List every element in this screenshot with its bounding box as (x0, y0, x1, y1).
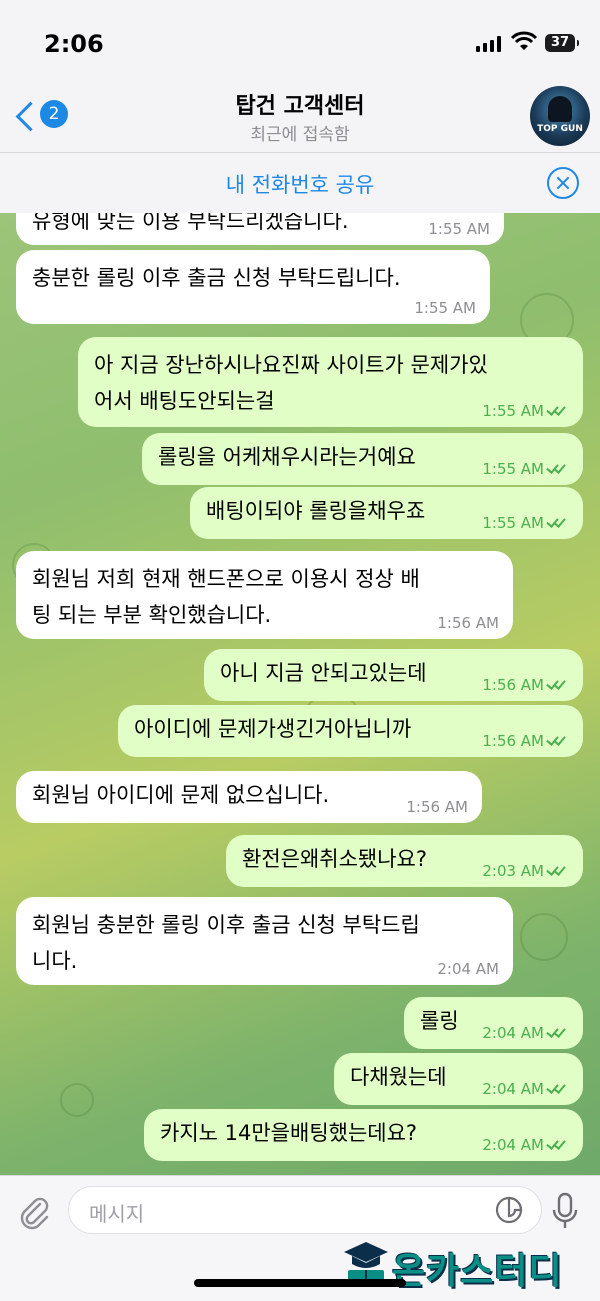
doodle-decoration (520, 913, 568, 961)
time-text: 1:55 AM (482, 514, 544, 532)
message-bubble[interactable]: 배팅이되야 롤링을채우죠 1:55 AM (190, 487, 583, 539)
message-time: 1:55 AM (482, 460, 569, 478)
double-check-icon (546, 733, 569, 747)
avatar-figure (548, 96, 572, 122)
share-phone-bar: 내 전화번호 공유 (0, 152, 600, 214)
time-text: 1:55 AM (482, 402, 544, 420)
double-check-icon (546, 863, 569, 877)
message-bubble[interactable]: 아이디에 문제가생긴거아닙니까 1:56 AM (118, 705, 583, 757)
time-text: 1:55 AM (482, 460, 544, 478)
message-text: 아 지금 장난하시나요진짜 사이트가 문제가있어서 배팅도안되는걸 (94, 347, 488, 419)
time-text: 2:04 AM (482, 1136, 544, 1154)
chat-area[interactable]: 유형에 맞는 이용 부탁드리겠습니다. 1:55 AM 충분한 롤링 이후 출금… (0, 213, 600, 1175)
double-check-icon (546, 1081, 569, 1095)
message-bubble[interactable]: 카지노 14만을배팅했는데요? 2:04 AM (144, 1109, 583, 1161)
status-time: 2:06 (44, 30, 104, 58)
chat-subtitle: 최근에 접속함 (250, 125, 350, 145)
message-bubble[interactable]: 충분한 롤링 이후 출금 신청 부탁드립니다. 1:55 AM (16, 250, 490, 324)
close-circle-icon[interactable] (547, 167, 579, 199)
double-check-icon (546, 677, 569, 691)
message-time: 2:04 AM (482, 1136, 569, 1154)
chat-title[interactable]: 탑건 고객센터 (0, 88, 600, 120)
microphone-icon[interactable] (550, 1192, 580, 1232)
message-time: 1:55 AM (414, 299, 476, 317)
message-text: 롤링을 어케채우시라는거예요 (158, 445, 416, 469)
message-text: 배팅이되야 롤링을채우죠 (206, 499, 426, 523)
message-input-bar: 메시지 온카스터디 (0, 1175, 600, 1301)
message-line: 회원님 충분한 롤링 이후 출금 신청 부탁드립 (32, 913, 420, 937)
message-line: 니다. (32, 949, 78, 973)
message-text: 유형에 맞는 이용 부탁드리겠습니다. (32, 213, 349, 233)
wifi-icon (510, 31, 538, 55)
message-time: 2:04 AM (437, 960, 499, 978)
message-time: 1:55 AM (428, 220, 490, 238)
doodle-decoration (60, 1083, 94, 1117)
double-check-icon (546, 461, 569, 475)
message-time: 2:04 AM (482, 1080, 569, 1098)
message-text: 롤링 (420, 1009, 459, 1033)
battery-icon: 37 (545, 34, 579, 52)
attach-paperclip-icon[interactable] (16, 1194, 52, 1230)
message-text: 회원님 저희 현재 핸드폰으로 이용시 정상 배팅 되는 부분 확인했습니다. (32, 561, 420, 633)
message-time: 1:56 AM (482, 732, 569, 750)
message-bubble[interactable]: 롤링을 어케채우시라는거예요 1:55 AM (142, 433, 583, 485)
message-text: 환전은왜취소됐나요? (242, 847, 428, 871)
sticker-icon[interactable] (495, 1196, 523, 1224)
message-bubble[interactable]: 회원님 충분한 롤링 이후 출금 신청 부탁드립니다. 2:04 AM (16, 897, 513, 985)
time-text: 2:04 AM (482, 1080, 544, 1098)
message-bubble[interactable]: 유형에 맞는 이용 부탁드리겠습니다. 1:55 AM (16, 213, 504, 245)
cellular-signal-icon (476, 36, 502, 52)
message-placeholder: 메시지 (89, 1202, 145, 1226)
share-phone-button[interactable]: 내 전화번호 공유 (0, 169, 600, 199)
watermark-text: 온카스터디 (392, 1251, 563, 1292)
time-text: 2:03 AM (482, 862, 544, 880)
message-time: 1:55 AM (482, 402, 569, 420)
message-time: 2:04 AM (482, 1024, 569, 1042)
message-bubble[interactable]: 아니 지금 안되고있는데 1:56 AM (204, 649, 583, 701)
message-text: 회원님 충분한 롤링 이후 출금 신청 부탁드립니다. (32, 907, 420, 979)
time-text: 1:56 AM (482, 676, 544, 694)
message-bubble[interactable]: 아 지금 장난하시나요진짜 사이트가 문제가있어서 배팅도안되는걸 1:55 A… (78, 337, 583, 427)
message-line: 회원님 저희 현재 핸드폰으로 이용시 정상 배 (32, 567, 420, 591)
chat-header: 2 탑건 고객센터 최근에 접속함 TOP GUN (0, 82, 600, 152)
message-text: 카지노 14만을배팅했는데요? (160, 1121, 418, 1145)
status-bar: 2:06 37 (0, 0, 600, 82)
message-text: 다채웠는데 (350, 1065, 447, 1089)
message-bubble[interactable]: 회원님 아이디에 문제 없으십니다. 1:56 AM (16, 771, 482, 823)
message-text: 아이디에 문제가생긴거아닙니까 (134, 717, 412, 741)
message-bubble[interactable]: 다채웠는데 2:04 AM (334, 1053, 583, 1105)
message-time: 1:55 AM (482, 514, 569, 532)
message-line: 어서 배팅도안되는걸 (94, 389, 275, 413)
message-time: 1:56 AM (437, 614, 499, 632)
time-text: 1:56 AM (482, 732, 544, 750)
double-check-icon (546, 1137, 569, 1151)
message-text: 회원님 아이디에 문제 없으십니다. (32, 783, 330, 807)
message-bubble[interactable]: 롤링 2:04 AM (404, 997, 583, 1049)
message-bubble[interactable]: 회원님 저희 현재 핸드폰으로 이용시 정상 배팅 되는 부분 확인했습니다. … (16, 551, 513, 639)
message-time: 2:03 AM (482, 862, 569, 880)
message-bubble[interactable]: 환전은왜취소됐나요? 2:03 AM (226, 835, 583, 887)
home-indicator[interactable] (194, 1279, 406, 1287)
message-text: 아니 지금 안되고있는데 (220, 661, 427, 685)
time-text: 2:04 AM (482, 1024, 544, 1042)
message-time: 1:56 AM (406, 798, 468, 816)
double-check-icon (546, 1025, 569, 1039)
message-input[interactable]: 메시지 (68, 1186, 542, 1234)
message-text: 충분한 롤링 이후 출금 신청 부탁드립니다. (32, 266, 401, 290)
message-time: 1:56 AM (482, 676, 569, 694)
message-line: 팅 되는 부분 확인했습니다. (32, 603, 272, 627)
avatar-text: TOP GUN (537, 124, 583, 134)
double-check-icon (546, 403, 569, 417)
message-line: 아 지금 장난하시나요진짜 사이트가 문제가있 (94, 353, 488, 377)
avatar[interactable]: TOP GUN (530, 86, 590, 146)
double-check-icon (546, 515, 569, 529)
